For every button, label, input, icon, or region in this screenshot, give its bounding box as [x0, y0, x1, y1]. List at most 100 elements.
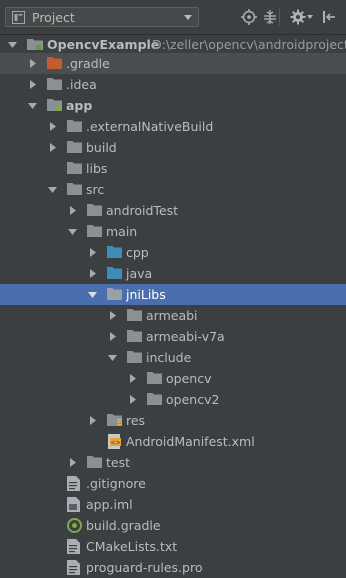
android-module-folder-icon — [47, 99, 62, 111]
tree-node-cpp-dir[interactable]: cpp — [0, 242, 346, 263]
text-file-icon — [67, 539, 80, 554]
tree-node-gradle-dir[interactable]: .gradle — [0, 53, 346, 74]
collapsed-arrow-icon[interactable] — [28, 59, 37, 68]
gradle-file-icon — [67, 518, 82, 533]
folder-icon — [47, 78, 62, 90]
expanded-arrow-icon[interactable] — [48, 185, 57, 194]
tree-node-jnilibs-dir[interactable]: jniLibs — [0, 284, 346, 305]
tree-node-label: armeabi — [146, 308, 198, 323]
expanded-arrow-icon[interactable] — [88, 290, 97, 299]
folder-icon — [127, 309, 142, 321]
tree-node-label: androidTest — [106, 203, 179, 218]
svg-text:<>: <> — [110, 440, 120, 447]
tree-node-app-iml[interactable]: app.iml — [0, 494, 346, 515]
tree-node-label: opencv — [166, 371, 212, 386]
expanded-arrow-icon[interactable] — [28, 101, 37, 110]
folder-icon — [87, 225, 102, 237]
tree-node-label: app — [66, 98, 93, 113]
collapsed-arrow-icon[interactable] — [28, 80, 37, 89]
target-icon[interactable] — [241, 9, 257, 25]
tree-node-label: .externalNativeBuild — [86, 119, 214, 134]
expanded-arrow-icon[interactable] — [108, 353, 117, 362]
tree-node-opencv-dir[interactable]: opencv — [0, 368, 346, 389]
tree-node-label: res — [126, 413, 146, 428]
xml-file-icon: <> — [108, 434, 121, 449]
collapse-all-icon[interactable] — [262, 9, 278, 25]
expanded-arrow-icon[interactable] — [68, 227, 77, 236]
folder-icon — [127, 330, 142, 342]
folder-icon — [67, 162, 82, 174]
tree-node-gitignore[interactable]: .gitignore — [0, 473, 346, 494]
tree-node-label: .idea — [66, 77, 97, 92]
folder-icon — [147, 393, 162, 405]
tree-node-android-manifest[interactable]: <> AndroidManifest.xml — [0, 431, 346, 452]
hide-panel-icon[interactable] — [321, 9, 337, 25]
folder-icon — [87, 456, 102, 468]
tree-node-build-gradle[interactable]: build.gradle — [0, 515, 346, 536]
root-project-name: OpencvExample — [47, 37, 160, 52]
tree-node-armeabi-v7a-dir[interactable]: armeabi-v7a — [0, 326, 346, 347]
collapsed-arrow-icon[interactable] — [108, 332, 117, 341]
tree-node-label: app.iml — [86, 497, 133, 512]
collapsed-arrow-icon[interactable] — [128, 395, 137, 404]
tree-node-idea-dir[interactable]: .idea — [0, 74, 346, 95]
tree-node-label: proguard-rules.pro — [86, 560, 203, 575]
tree-node-label: build — [86, 140, 117, 155]
tree-node-cmakelists[interactable]: CMakeLists.txt — [0, 536, 346, 557]
tree-node-app-module[interactable]: app — [0, 95, 346, 116]
tree-node-armeabi-dir[interactable]: armeabi — [0, 305, 346, 326]
tree-node-external-native-build[interactable]: .externalNativeBuild — [0, 116, 346, 137]
collapsed-arrow-icon[interactable] — [68, 206, 77, 215]
tree-node-label: src — [86, 182, 105, 197]
collapsed-arrow-icon[interactable] — [88, 269, 97, 278]
folder-icon — [67, 183, 82, 195]
root-project-path: D:\zeller\opencv\androidproject — [152, 37, 346, 52]
tree-node-label: opencv2 — [166, 392, 220, 407]
toolbar-separator — [279, 8, 280, 26]
tree-node-label: test — [106, 455, 131, 470]
tree-node-label: cpp — [126, 245, 149, 260]
tree-node-label: .gradle — [66, 56, 110, 71]
folder-icon — [87, 204, 102, 216]
folder-icon — [127, 351, 142, 363]
expanded-arrow-icon[interactable] — [8, 40, 17, 49]
collapsed-arrow-icon[interactable] — [48, 122, 57, 131]
collapsed-arrow-icon[interactable] — [108, 311, 117, 320]
tree-node-label: armeabi-v7a — [146, 329, 225, 344]
collapsed-arrow-icon[interactable] — [128, 374, 137, 383]
chevron-down-icon — [184, 15, 192, 20]
collapsed-arrow-icon[interactable] — [68, 458, 77, 467]
tree-node-test-dir[interactable]: test — [0, 452, 346, 473]
iml-file-icon — [67, 497, 80, 512]
project-view-dropdown[interactable]: Project — [5, 7, 199, 27]
tree-node-libs-dir[interactable]: libs — [0, 158, 346, 179]
module-folder-icon — [27, 39, 43, 50]
collapsed-arrow-icon[interactable] — [88, 416, 97, 425]
tree-node-opencv2-dir[interactable]: opencv2 — [0, 389, 346, 410]
tree-node-root[interactable]: OpencvExample D:\zeller\opencv\androidpr… — [0, 34, 346, 55]
folder-icon — [67, 141, 82, 153]
tree-node-java-dir[interactable]: java — [0, 263, 346, 284]
settings-dropdown-arrow-icon[interactable] — [307, 15, 313, 19]
collapsed-arrow-icon[interactable] — [88, 248, 97, 257]
tree-node-build-dir[interactable]: build — [0, 137, 346, 158]
tree-node-android-test-dir[interactable]: androidTest — [0, 200, 346, 221]
folder-icon — [67, 120, 82, 132]
tree-node-res-dir[interactable]: res — [0, 410, 346, 431]
resources-folder-icon — [107, 414, 122, 426]
tree-node-label: build.gradle — [86, 518, 161, 533]
tree-node-main-dir[interactable]: main — [0, 221, 346, 242]
tree-node-include-dir[interactable]: include — [0, 347, 346, 368]
settings-icon[interactable] — [290, 9, 306, 25]
source-folder-icon — [107, 246, 122, 258]
excluded-folder-icon — [47, 57, 62, 69]
folder-icon — [107, 288, 122, 300]
tree-node-label: CMakeLists.txt — [86, 539, 178, 554]
tree-node-label: java — [126, 266, 153, 281]
collapsed-arrow-icon[interactable] — [48, 143, 57, 152]
tree-node-label: libs — [86, 161, 108, 176]
text-file-icon — [67, 476, 80, 491]
folder-icon — [147, 372, 162, 384]
tree-node-label: .gitignore — [86, 476, 146, 491]
tree-node-src-dir[interactable]: src — [0, 179, 346, 200]
